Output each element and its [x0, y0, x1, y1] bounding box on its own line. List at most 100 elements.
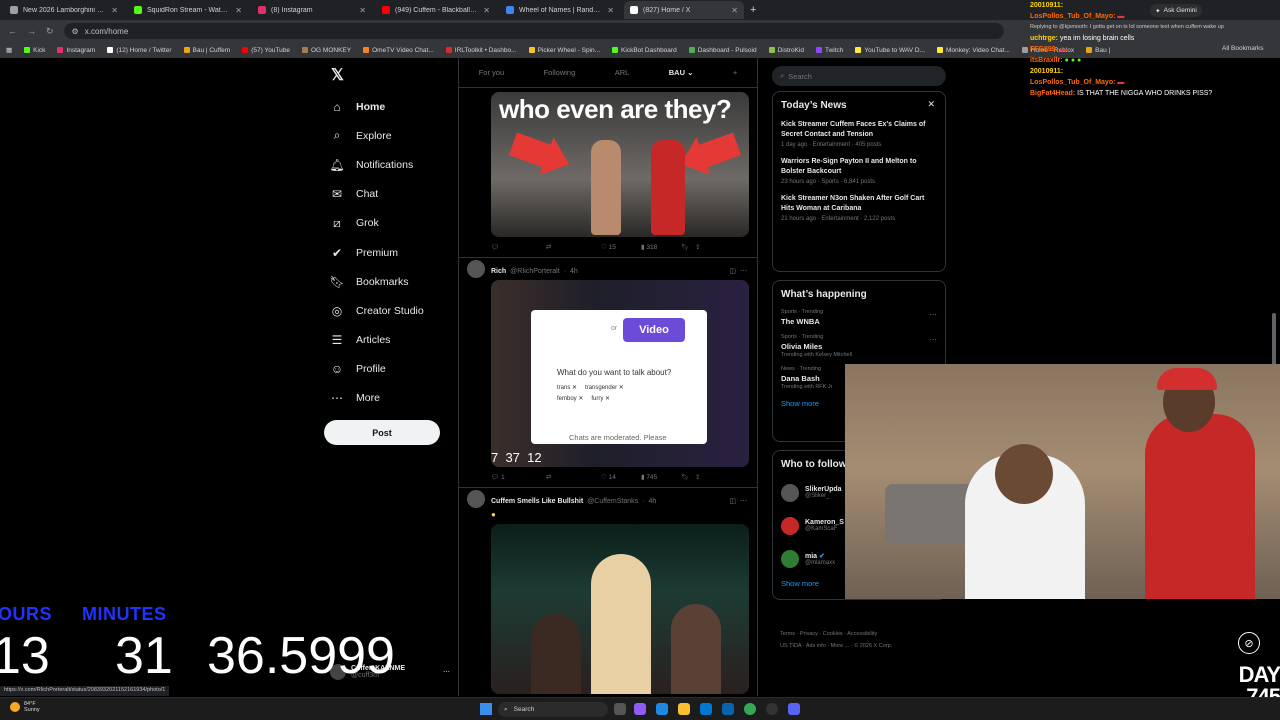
add-tab-icon[interactable]: +	[733, 68, 737, 77]
more-icon[interactable]: ⋯	[443, 668, 450, 676]
new-tab-icon[interactable]: +	[750, 4, 756, 16]
close-icon[interactable]: ✕	[359, 6, 366, 15]
bookmark[interactable]: Twitch	[815, 47, 843, 54]
tweet[interactable]: Cuffem Smells Like Bullshit @CuffemStank…	[459, 488, 757, 694]
bookmark[interactable]: Dashboard - Pulsoid	[688, 47, 757, 54]
chrome-icon[interactable]	[744, 703, 756, 715]
store-icon[interactable]	[700, 703, 712, 715]
trend-item[interactable]: Sports · Trending Olivia Miles Trending …	[773, 331, 945, 363]
reload-icon[interactable]: ↻	[46, 26, 54, 37]
news-item[interactable]: Warriors Re-Sign Payton II and Melton to…	[773, 154, 945, 191]
share-icon[interactable]: ⇪	[695, 243, 709, 251]
bookmark[interactable]: Instagram	[57, 47, 95, 54]
bookmark[interactable]: OmeTV Video Chat...	[363, 47, 434, 54]
browser-tab[interactable]: (949) Cuffem - Blackballed (Sh ✕	[376, 1, 496, 19]
site-info-icon[interactable]: ⚙	[72, 27, 79, 36]
tweet-author[interactable]: Rich	[491, 268, 506, 275]
sidebar-item-bookmarks[interactable]: 🔖︎ Bookmarks	[326, 267, 466, 296]
like-button[interactable]: ♡ 15	[601, 243, 641, 251]
trend-item[interactable]: Sports · Trending The WNBA ⋯	[773, 306, 945, 331]
browser-tab[interactable]: New 2026 Lamborghini Urus SE ✕	[4, 1, 124, 19]
file-explorer-icon[interactable]	[678, 703, 690, 715]
footer-link[interactable]: Privacy	[800, 631, 818, 637]
bookmark[interactable]: OG MONKEY	[302, 47, 351, 54]
bookmark[interactable]: DistroKid	[768, 47, 804, 54]
close-icon[interactable]: ✕	[111, 6, 118, 15]
tweet[interactable]: Rich @RIichPorteralt · 4h ◫ ⋯ Video or W…	[459, 258, 757, 488]
url-input[interactable]: ⚙ x.com/home	[63, 23, 1004, 39]
browser-tab[interactable]: (8) Instagram ✕	[252, 1, 372, 19]
tab-for-you[interactable]: For you	[479, 68, 504, 77]
windows-start-icon[interactable]	[480, 703, 492, 715]
search-input[interactable]: ⌕ Search	[772, 66, 946, 86]
tweet[interactable]: who even are they? 💬︎ ⇄ ♡ 15 ▮ 318 🔖︎ ⇪	[459, 88, 757, 258]
bookmark[interactable]: Monkey: Video Chat...	[936, 47, 1010, 54]
grok-icon[interactable]: ◫	[729, 267, 736, 275]
bookmark[interactable]: Picker Wheel - Spin...	[528, 47, 600, 54]
more-icon[interactable]: ⋯	[740, 497, 747, 505]
views-button[interactable]: ▮ 745	[641, 473, 681, 481]
footer-link[interactable]: More ...	[831, 643, 850, 649]
footer-link[interactable]: Ads info	[806, 643, 826, 649]
sidebar-item-explore[interactable]: ⌕ Explore	[326, 121, 466, 150]
sidebar-item-notifications[interactable]: 🔔︎ Notifications	[326, 150, 466, 179]
browser-tab-active[interactable]: (827) Home / X ✕	[624, 1, 744, 19]
news-item[interactable]: Kick Streamer N3on Shaken After Golf Car…	[773, 191, 945, 228]
sidebar-item-home[interactable]: ⌂ Home	[326, 92, 466, 121]
footer-link[interactable]: US TIDA	[780, 643, 801, 649]
post-button[interactable]: Post	[324, 420, 440, 445]
tweet-media[interactable]: Video or What do you want to talk about?…	[491, 280, 749, 467]
repost-icon[interactable]: ⇄	[546, 243, 586, 251]
edge-icon[interactable]	[656, 703, 668, 715]
close-icon[interactable]: ✕	[927, 99, 935, 110]
tab-arl[interactable]: ARL	[615, 68, 630, 77]
copilot-icon[interactable]	[634, 703, 646, 715]
tweet-author[interactable]: Cuffem Smells Like Bullshit	[491, 498, 583, 505]
forward-icon[interactable]: →	[27, 26, 36, 36]
tweet-time[interactable]: 4h	[648, 498, 656, 505]
reply-button[interactable]: 💬︎ 1	[491, 473, 531, 481]
tab-following[interactable]: Following	[544, 68, 576, 77]
obs-icon[interactable]	[766, 703, 778, 715]
weather-widget[interactable]: 84°F Sunny	[10, 701, 40, 713]
news-item[interactable]: Kick Streamer Cuffem Faces Ex's Claims o…	[773, 117, 945, 154]
avatar[interactable]	[467, 490, 485, 508]
sidebar-item-grok[interactable]: ⧄ Grok	[326, 209, 466, 238]
apps-icon[interactable]: ▦	[6, 46, 12, 54]
taskbar-search[interactable]: ⌕ Search	[498, 702, 608, 717]
share-icon[interactable]: ⇪	[695, 473, 709, 481]
all-bookmarks-button[interactable]: All Bookmarks	[1222, 45, 1264, 52]
bookmark-icon[interactable]: 🔖︎	[681, 243, 695, 251]
browser-tab[interactable]: Wheel of Names | Random nam ✕	[500, 1, 620, 19]
close-icon[interactable]: ✕	[731, 6, 738, 15]
avatar[interactable]	[467, 260, 485, 278]
more-icon[interactable]: ⋯	[740, 267, 747, 275]
bookmark[interactable]: Kick	[24, 47, 45, 54]
task-view-icon[interactable]	[614, 703, 626, 715]
more-icon[interactable]: ⋯	[929, 335, 937, 344]
repost-icon[interactable]: ⇄	[546, 473, 586, 481]
tweet-handle[interactable]: @CuffemStanks	[587, 498, 638, 505]
sidebar-item-creator-studio[interactable]: ◎ Creator Studio	[326, 296, 466, 325]
sidebar-item-chat[interactable]: ✉ Chat	[326, 180, 466, 209]
bookmark-icon[interactable]: 🔖︎	[681, 473, 695, 481]
footer-link[interactable]: Terms	[780, 631, 795, 637]
sidebar-item-articles[interactable]: ☰ Articles	[326, 326, 466, 355]
tweet-media[interactable]	[491, 524, 749, 694]
ask-gemini-button[interactable]: ✦ Ask Gemini	[1150, 4, 1202, 17]
back-icon[interactable]: ←	[8, 26, 17, 36]
mail-icon[interactable]	[722, 703, 734, 715]
bookmark[interactable]: (12) Home / Twitter	[107, 47, 172, 54]
discord-icon[interactable]	[788, 703, 800, 715]
sidebar-item-profile[interactable]: ☺ Profile	[326, 355, 466, 384]
bookmark[interactable]: IRLToolkit • Dashbo...	[445, 47, 517, 54]
close-icon[interactable]: ✕	[607, 6, 614, 15]
like-button[interactable]: ♡ 14	[601, 473, 641, 481]
more-icon[interactable]: ⋯	[929, 310, 937, 319]
grok-icon[interactable]: ◫	[729, 497, 736, 505]
reply-icon[interactable]: 💬︎	[491, 243, 531, 251]
bookmark[interactable]: YouTube to WAV D...	[855, 47, 925, 54]
tweet-time[interactable]: 4h	[570, 268, 578, 275]
views-button[interactable]: ▮ 318	[641, 243, 681, 251]
tab-bau[interactable]: BAU ⌄	[669, 68, 694, 77]
